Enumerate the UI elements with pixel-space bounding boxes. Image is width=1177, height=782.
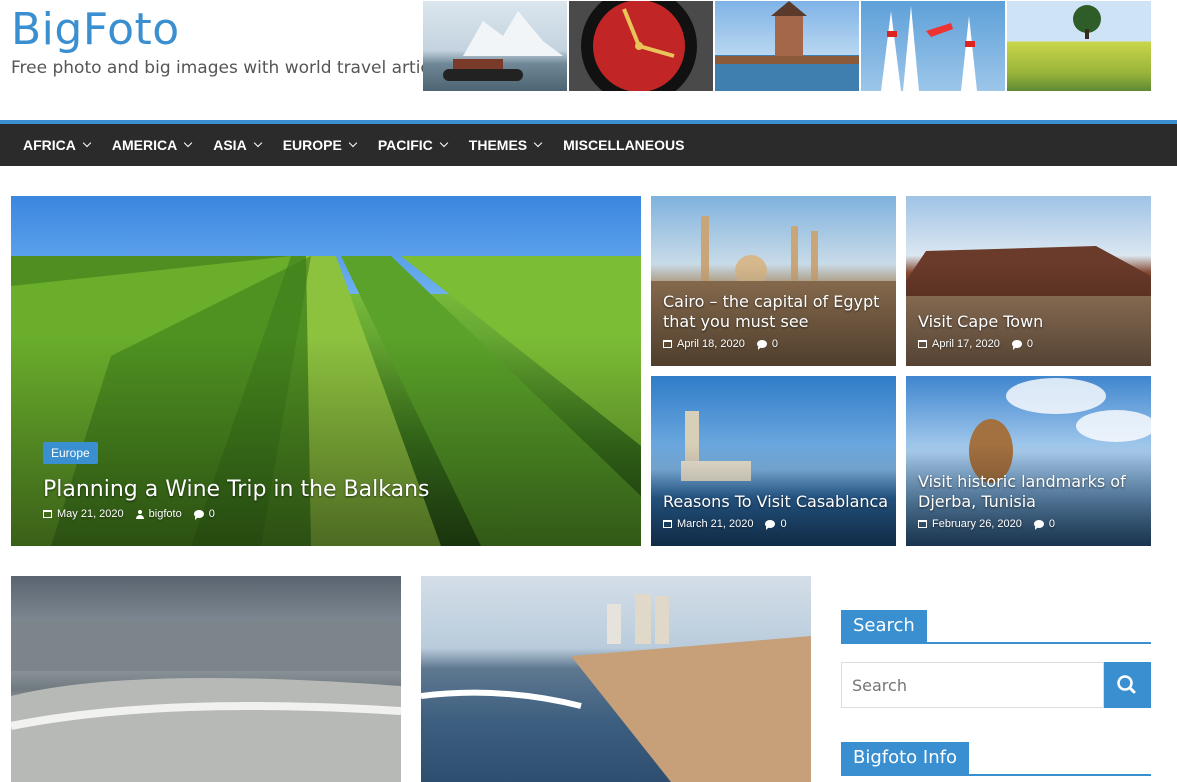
calendar-icon [43,510,52,518]
nav-item-miscellaneous[interactable]: MISCELLANEOUS [552,124,695,166]
post-comments[interactable]: 0 [1049,518,1055,530]
post-title[interactable]: Reasons To Visit Casablanca [663,492,888,512]
post-comments[interactable]: 0 [1027,338,1033,350]
post-title[interactable]: Cairo – the capital of Egypt that you mu… [663,292,896,332]
post-date[interactable]: April 18, 2020 [677,338,745,350]
post-meta: April 18, 2020 0 [663,338,778,350]
comment-icon [1033,520,1044,530]
banner-image-field [1007,1,1151,91]
nav-item-europe[interactable]: EUROPE [272,124,367,166]
beach-image [11,621,401,782]
calendar-icon [918,520,927,528]
nav-item-asia[interactable]: ASIA [202,124,271,166]
post-author[interactable]: bigfoto [149,508,182,520]
nav-label: EUROPE [282,137,342,153]
featured-post-cape-town[interactable]: Visit Cape Town April 17, 2020 0 [906,196,1151,366]
comment-icon [1011,340,1022,350]
calendar-icon [663,340,672,348]
featured-post-casablanca[interactable]: Reasons To Visit Casablanca March 21, 20… [651,376,896,546]
nav-label: PACIFIC [377,137,433,153]
widget-title-label: Bigfoto Info [841,742,969,774]
chevron-down-icon [439,138,449,148]
search-icon [1117,675,1136,694]
post-date[interactable]: March 21, 2020 [677,518,753,530]
post-meta: February 26, 2020 0 [918,518,1055,530]
nav-item-themes[interactable]: THEMES [458,124,552,166]
nav-item-africa[interactable]: AFRICA [12,124,101,166]
calendar-icon [663,520,672,528]
post-comments[interactable]: 0 [772,338,778,350]
post-date[interactable]: May 21, 2020 [57,508,124,520]
post-comments[interactable]: 0 [780,518,786,530]
post-title[interactable]: Planning a Wine Trip in the Balkans [43,476,429,504]
post-title[interactable]: Visit Cape Town [918,312,1043,332]
main-nav: AFRICA AMERICA ASIA EUROPE PACIFIC THEME… [0,120,1177,166]
post-comments[interactable]: 0 [209,508,215,520]
featured-post-cairo[interactable]: Cairo – the capital of Egypt that you mu… [651,196,896,366]
comment-icon [193,510,204,520]
post-meta: May 21, 2020 bigfoto 0 [43,508,215,520]
search-widget-title: Search [841,610,1151,644]
widget-title-label: Search [841,610,927,642]
nav-item-america[interactable]: AMERICA [101,124,202,166]
banner-image-airplane [861,1,1007,91]
user-icon [135,509,144,519]
search-input[interactable] [841,662,1104,708]
search-button[interactable] [1104,662,1151,708]
chevron-down-icon [82,138,92,148]
nav-item-pacific[interactable]: PACIFIC [367,124,458,166]
nav-label: THEMES [468,137,528,153]
chevron-down-icon [348,138,358,148]
comment-icon [765,520,776,530]
calendar-icon [918,340,927,348]
banner-image-iceberg [423,1,569,91]
post-thumbnail-beach[interactable] [11,576,401,782]
site-tagline: Free photo and big images with world tra… [11,58,454,78]
nav-label: AFRICA [23,137,76,153]
header-banner[interactable] [423,1,1151,91]
nav-label: ASIA [213,137,247,153]
post-meta: April 17, 2020 0 [918,338,1033,350]
coast-image [421,594,811,782]
info-widget-title: Bigfoto Info [841,742,1151,776]
site-logo[interactable]: BigFoto [11,4,180,56]
category-badge[interactable]: Europe [43,442,98,464]
chevron-down-icon [253,138,262,148]
post-meta: March 21, 2020 0 [663,518,787,530]
chevron-down-icon [533,138,543,148]
post-title[interactable]: Visit historic landmarks of Djerba, Tuni… [918,472,1148,512]
post-date[interactable]: April 17, 2020 [932,338,1000,350]
banner-image-clock [569,1,715,91]
post-thumbnail-coast[interactable] [421,576,811,782]
banner-image-bridge [715,1,861,91]
chevron-down-icon [183,138,193,148]
featured-post-djerba[interactable]: Visit historic landmarks of Djerba, Tuni… [906,376,1151,546]
featured-main-post[interactable]: Europe Planning a Wine Trip in the Balka… [11,196,641,546]
nav-label: MISCELLANEOUS [563,137,685,153]
nav-label: AMERICA [111,137,178,153]
post-date[interactable]: February 26, 2020 [932,518,1022,530]
comment-icon [756,340,767,350]
